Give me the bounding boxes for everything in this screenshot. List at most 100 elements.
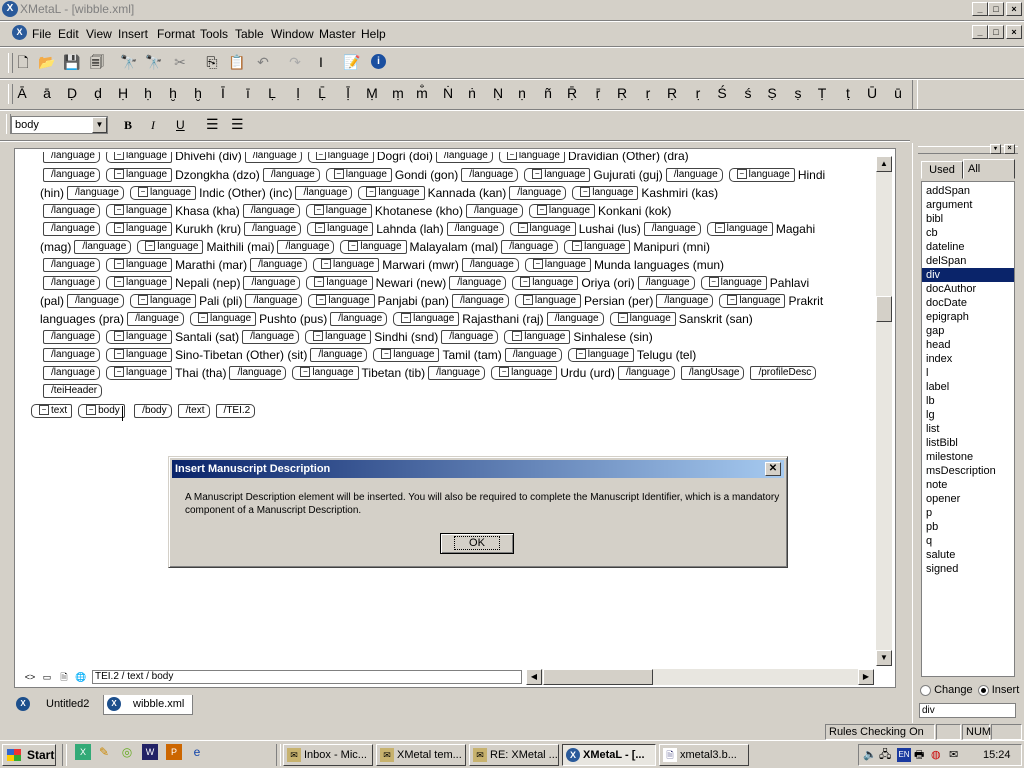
close-tag[interactable]: /language xyxy=(637,275,695,290)
char-button[interactable]: ū xyxy=(887,85,909,101)
element-list-item[interactable]: pb xyxy=(922,520,1014,534)
close-tag[interactable]: /language xyxy=(504,347,562,362)
collapse-icon[interactable]: − xyxy=(316,295,327,306)
collapse-icon[interactable]: − xyxy=(512,331,523,342)
element-text[interactable]: Prakrit xyxy=(788,294,823,308)
editor-line[interactable]: /teiHeader xyxy=(40,382,105,400)
menu-help[interactable]: Help xyxy=(361,27,386,41)
ok-button[interactable]: OK xyxy=(440,533,514,554)
menu-tools[interactable]: Tools xyxy=(200,27,228,41)
collapse-icon[interactable]: − xyxy=(401,313,412,324)
redo-icon[interactable]: ↷ xyxy=(286,53,304,71)
element-list-item[interactable]: bibl xyxy=(922,212,1014,226)
open-tag[interactable]: − language xyxy=(706,221,773,236)
char-button[interactable]: ḹ xyxy=(337,85,359,101)
char-button[interactable]: Ṝ xyxy=(561,85,583,101)
menu-insert[interactable]: Insert xyxy=(118,27,148,41)
element-text[interactable]: Indic (Other) (inc) xyxy=(199,186,292,200)
collapse-icon[interactable]: − xyxy=(86,405,97,416)
close-tag[interactable]: /language xyxy=(262,167,320,182)
close-tag[interactable]: /language xyxy=(43,329,100,344)
element-text[interactable]: Kashmiri (kas) xyxy=(641,186,718,200)
task-xmetal-template[interactable]: ✉ XMetal tem... xyxy=(376,744,466,766)
close-button[interactable]: × xyxy=(1006,2,1022,16)
char-button[interactable]: Ṇ xyxy=(487,85,509,101)
close-tag[interactable]: /language xyxy=(242,203,300,218)
char-button[interactable]: Ṛ xyxy=(661,85,683,101)
tab-used[interactable]: Used xyxy=(921,161,963,179)
close-tag[interactable]: /langUsage xyxy=(680,365,745,380)
tab-untitled2[interactable]: X Untitled2 xyxy=(14,695,102,715)
editor-line[interactable]: − text − body /body/text/TEI.2 xyxy=(28,402,258,420)
paste-icon[interactable]: 📋 xyxy=(228,53,246,71)
element-text[interactable]: Urdu (urd) xyxy=(560,366,615,380)
scroll-right-icon[interactable]: ▶ xyxy=(858,669,874,685)
collapse-icon[interactable]: − xyxy=(113,367,124,378)
element-list-item[interactable]: head xyxy=(922,338,1014,352)
editor-line[interactable]: (mag)/language − language Maithili (mai)/la… xyxy=(40,238,710,256)
collapse-icon[interactable]: − xyxy=(39,405,49,416)
close-tag[interactable]: /language xyxy=(229,365,287,380)
close-tag[interactable]: /language xyxy=(43,167,100,182)
collapse-icon[interactable]: − xyxy=(520,277,531,288)
close-tag[interactable]: /language xyxy=(43,221,100,236)
doc-restore-button[interactable]: □ xyxy=(988,25,1004,39)
collapse-icon[interactable]: − xyxy=(532,259,543,270)
close-tag[interactable]: /profileDesc xyxy=(750,365,817,380)
xmetal-app-icon[interactable]: X xyxy=(2,1,18,17)
open-tag[interactable]: − language xyxy=(105,275,173,290)
element-list-item[interactable]: listBibl xyxy=(922,436,1014,450)
element-text[interactable]: Pahlavi xyxy=(770,276,809,290)
element-text[interactable]: Dzongkha (dzo) xyxy=(175,168,260,182)
char-button[interactable]: Ṛ xyxy=(611,85,633,101)
element-list-item[interactable]: label xyxy=(922,380,1014,394)
collapse-icon[interactable]: − xyxy=(575,349,586,360)
editor-line[interactable]: (pal)/language − language Pali (pli)/langua… xyxy=(40,292,823,310)
close-tag[interactable]: /language xyxy=(295,185,353,200)
collapse-icon[interactable]: − xyxy=(113,277,124,288)
open-tag[interactable]: − language xyxy=(509,221,576,236)
collapse-icon[interactable]: − xyxy=(137,295,148,306)
chevron-down-icon[interactable]: ▼ xyxy=(92,117,107,133)
editor-line[interactable]: /language − language Marathi (mar)/language… xyxy=(40,256,724,274)
element-list-item[interactable]: lg xyxy=(922,408,1014,422)
open-tag[interactable]: − language xyxy=(105,347,173,362)
element-list-item[interactable]: argument xyxy=(922,198,1014,212)
editor-line[interactable]: /language − language Khasa (kha)/language − l… xyxy=(40,202,671,220)
close-tag[interactable]: /language xyxy=(277,239,335,254)
close-tag[interactable]: /language xyxy=(43,257,100,272)
close-tag[interactable]: /language xyxy=(43,365,100,380)
char-button[interactable]: ḷ xyxy=(287,85,309,101)
close-tag[interactable]: /language xyxy=(449,275,507,290)
language-indicator[interactable]: EN xyxy=(897,748,911,762)
close-tag[interactable]: /language xyxy=(243,275,301,290)
info-icon[interactable]: i xyxy=(371,54,386,69)
char-button[interactable]: ī xyxy=(237,85,259,101)
open-tag[interactable]: − language xyxy=(528,203,596,218)
close-tag[interactable]: /language xyxy=(461,167,519,182)
collapse-icon[interactable]: − xyxy=(727,295,738,306)
quicklaunch-word-icon[interactable]: W xyxy=(142,744,158,760)
open-tag[interactable]: − language xyxy=(514,293,582,308)
collapse-icon[interactable]: − xyxy=(300,367,311,378)
change-radio[interactable] xyxy=(920,684,931,696)
editor-line[interactable]: /language − language Dzongkha (dzo)/languag… xyxy=(40,166,825,184)
collapse-icon[interactable]: − xyxy=(708,277,719,288)
element-list-item[interactable]: lb xyxy=(922,394,1014,408)
collapse-icon[interactable]: − xyxy=(113,223,124,234)
collapse-icon[interactable]: − xyxy=(314,277,325,288)
element-text[interactable]: (mag) xyxy=(40,240,71,254)
editor-line[interactable]: /language − language Thai (tha)/language − la… xyxy=(40,364,819,382)
open-tag[interactable]: − language xyxy=(105,365,173,380)
open-tag[interactable]: − language xyxy=(308,293,375,308)
element-text[interactable]: Manipuri (mni) xyxy=(633,240,710,254)
element-list-item[interactable]: div xyxy=(922,268,1014,282)
open-tag[interactable]: − language xyxy=(307,221,374,236)
close-tag[interactable]: /language xyxy=(441,329,499,344)
close-tag[interactable]: /language xyxy=(127,311,184,326)
close-tag[interactable]: /language xyxy=(656,293,714,308)
open-tag[interactable]: − language xyxy=(137,239,204,254)
collapse-icon[interactable]: − xyxy=(313,331,324,342)
collapse-icon[interactable]: − xyxy=(313,205,324,216)
collapse-icon[interactable]: − xyxy=(522,295,533,306)
